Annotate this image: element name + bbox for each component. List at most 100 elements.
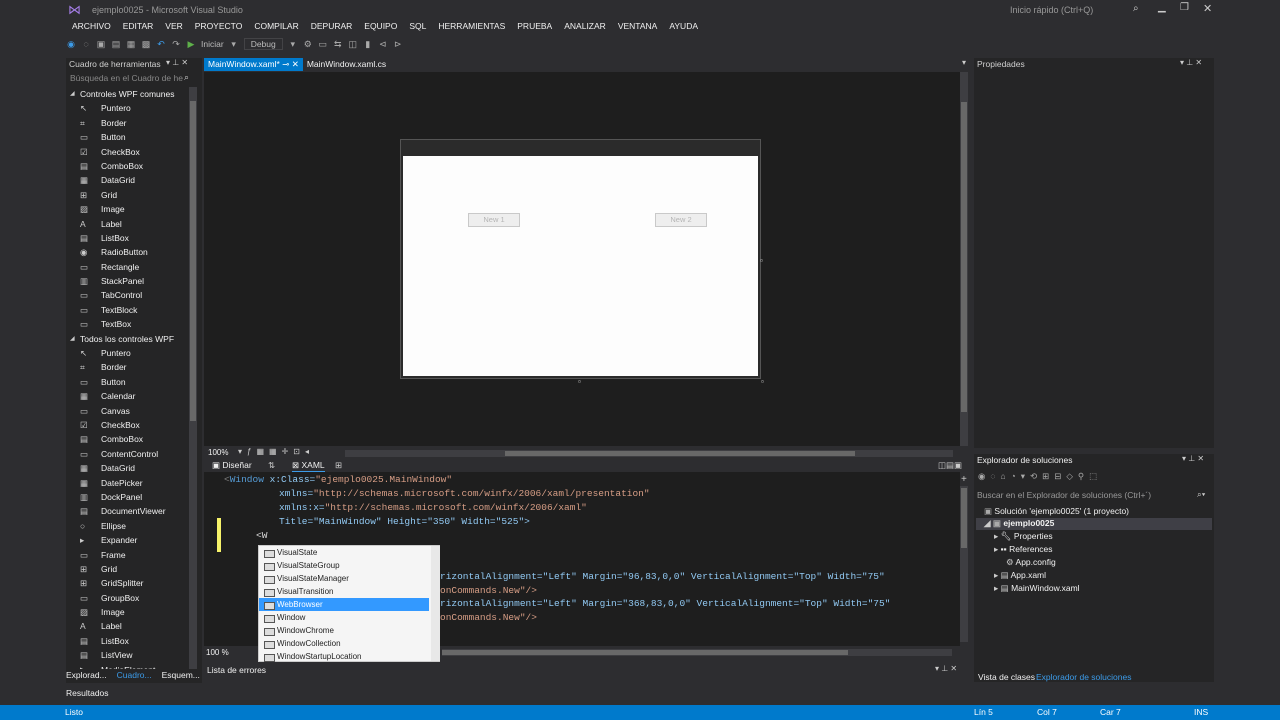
bottom-tab-toolbox[interactable]: Cuadro... [117, 670, 152, 680]
toolbox-item[interactable]: ▤ ListView [66, 648, 188, 662]
toolbox-item[interactable]: ▥ DockPanel [66, 490, 188, 504]
toolbox-item[interactable]: ▭ TextBox [66, 317, 188, 331]
solution-node[interactable]: ▣ Solución 'ejemplo0025' (1 proyecto) [984, 506, 1129, 517]
menu-item[interactable]: SQL [403, 19, 432, 33]
solution-item-references[interactable]: ▸ ▪▪ References [994, 544, 1053, 555]
dropdown-icon[interactable]: ▾ [288, 39, 298, 49]
solution-item-app-xaml[interactable]: ▸ ▤ App.xaml [994, 570, 1046, 581]
start-button[interactable]: Iniciar [201, 39, 224, 49]
tab-mainwindow-xaml-cs[interactable]: MainWindow.xaml.cs [303, 58, 390, 71]
wpf-button-new-2[interactable]: New 2 [655, 213, 707, 227]
intellisense-item[interactable]: WebBrowser [259, 598, 429, 611]
wpf-button-new-1[interactable]: New 1 [468, 213, 520, 227]
config-select[interactable]: Debug [243, 38, 283, 50]
bottom-tab-outline[interactable]: Esquem... [162, 670, 200, 680]
toolbox-item[interactable]: ▤ ComboBox [66, 159, 188, 173]
menu-item[interactable]: VER [159, 19, 188, 33]
toolbox-item[interactable]: ▭ GroupBox [66, 591, 188, 605]
menu-item[interactable]: ARCHIVO [66, 19, 117, 33]
search-icon[interactable]: ⌕▾ [1197, 489, 1205, 500]
resize-handle[interactable]: ▫ [761, 377, 764, 386]
tab-xaml[interactable]: ⊠ XAML [292, 460, 325, 472]
editor-vscroll[interactable] [960, 486, 968, 642]
toolbox-group[interactable]: Controles WPF comunes [66, 87, 188, 102]
layout-icon[interactable]: ▭ [318, 39, 328, 49]
toolbox-item[interactable]: ⊞ Grid [66, 188, 188, 202]
toolbox-item[interactable]: ▦ DataGrid [66, 461, 188, 475]
add-icon[interactable]: + [961, 474, 967, 485]
solution-item-properties[interactable]: ▸ 🔧︎ Properties [994, 531, 1053, 542]
toolbox-item[interactable]: ↖ Puntero [66, 346, 188, 360]
toolbox-item[interactable]: ▭ TextBlock [66, 303, 188, 317]
save-icon[interactable]: ▦ [126, 39, 136, 49]
solution-item-mainwindow-xaml[interactable]: ▸ ▤ MainWindow.xaml [994, 583, 1080, 594]
toolbox-item[interactable]: A Label [66, 217, 188, 231]
toolbox-item[interactable]: ▨ Image [66, 202, 188, 216]
results-tab[interactable]: Resultados [66, 688, 109, 698]
quick-launch-input[interactable]: Inicio rápido (Ctrl+Q) [1010, 5, 1093, 15]
search-icon[interactable]: ⌕ [1133, 3, 1139, 14]
minimize-icon[interactable]: ▁ [1158, 2, 1166, 13]
tab-solution-explorer[interactable]: Explorador de soluciones [1036, 672, 1131, 682]
toolbox-item[interactable]: ☑ CheckBox [66, 418, 188, 432]
expand-icon[interactable]: ⊞ [335, 460, 342, 471]
save-all-icon[interactable]: ▩ [141, 39, 151, 49]
toolbox-item[interactable]: ▤ ListBox [66, 231, 188, 245]
dropdown-icon[interactable]: ▾ [229, 39, 239, 49]
bookmark-icon[interactable]: ▮ [363, 39, 373, 49]
chevron-down-icon[interactable]: ▾ [962, 58, 966, 67]
attach-icon[interactable]: ⚙ [303, 39, 313, 49]
toolbox-item[interactable]: ○ Ellipse [66, 519, 188, 533]
toolbox-item[interactable]: ↖ Puntero [66, 101, 188, 115]
bottom-tab-explorer[interactable]: Explorad... [66, 670, 107, 680]
swap-icon[interactable]: ⇅ [268, 460, 275, 471]
toolbox-item[interactable]: ▭ Frame [66, 548, 188, 562]
resize-handle[interactable]: ▫ [760, 256, 763, 265]
toolbox-item[interactable]: ▭ ContentControl [66, 447, 188, 461]
toolbox-item[interactable]: ▤ ListBox [66, 634, 188, 648]
toolbox-item[interactable]: ▦ DatePicker [66, 476, 188, 490]
menu-item[interactable]: AYUDA [663, 19, 704, 33]
designer-zoom[interactable]: 100% [208, 448, 228, 457]
bookmark-prev-icon[interactable]: ⊲ [378, 39, 388, 49]
intellisense-item[interactable]: VisualStateManager [259, 572, 429, 585]
menu-item[interactable]: PROYECTO [189, 19, 249, 33]
menu-item[interactable]: PRUEBA [511, 19, 558, 33]
comment-icon[interactable]: ◫ [348, 39, 358, 49]
error-list-title[interactable]: Lista de errores [207, 665, 266, 675]
menu-item[interactable]: DEPURAR [305, 19, 359, 33]
new-project-icon[interactable]: ▣ [96, 39, 106, 49]
close-icon[interactable]: ✕ [1203, 2, 1212, 15]
toolbox-item[interactable]: ⊞ GridSplitter [66, 576, 188, 590]
toolbox-item[interactable]: A Label [66, 619, 188, 633]
resize-handle[interactable]: ▫ [578, 377, 581, 386]
toolbox-item[interactable]: ▭ Canvas [66, 404, 188, 418]
back-icon[interactable]: ◉ [66, 39, 76, 49]
editor-hscroll[interactable] [442, 649, 952, 656]
restore-icon[interactable]: ❐ [1180, 2, 1189, 13]
wpf-window-content[interactable] [403, 156, 758, 376]
intellisense-item[interactable]: WindowChrome [259, 624, 429, 637]
designer-hscroll[interactable] [345, 450, 953, 457]
toolbox-item[interactable]: ☑ CheckBox [66, 145, 188, 159]
solution-item-app-config[interactable]: ⚙ App.config [1006, 557, 1056, 568]
pin-icon[interactable]: ▾ ⊥ ✕ [935, 664, 957, 673]
pin-icon[interactable]: ▾ ⊥ ✕ [166, 58, 188, 67]
forward-icon[interactable]: ◌ [81, 39, 91, 49]
split-layout-icon[interactable]: ◫▤▣ [938, 460, 962, 471]
solution-toolbar-icons[interactable]: ◉◌⌂◔▾⟲⊞⊟◇⚲⬚ [978, 471, 1102, 482]
bookmark-next-icon[interactable]: ⊳ [393, 39, 403, 49]
search-icon[interactable]: ⌕ [184, 72, 189, 83]
menu-item[interactable]: HERRAMIENTAS [432, 19, 511, 33]
toolbox-search-input[interactable]: Búsqueda en el Cuadro de he [66, 72, 194, 85]
designer-vscroll[interactable] [960, 72, 968, 446]
toolbox-item[interactable]: ⊞ Grid [66, 562, 188, 576]
project-node[interactable]: ◢ ▣ ejemplo0025 [984, 518, 1054, 529]
intellisense-item[interactable]: VisualState [259, 546, 429, 559]
menu-item[interactable]: EDITAR [117, 19, 160, 33]
intellisense-scrollbar[interactable] [431, 546, 440, 661]
menu-item[interactable]: COMPILAR [248, 19, 304, 33]
menu-item[interactable]: ANALIZAR [558, 19, 612, 33]
toolbox-item[interactable]: ▭ Button [66, 130, 188, 144]
format-icon[interactable]: ⇆ [333, 39, 343, 49]
